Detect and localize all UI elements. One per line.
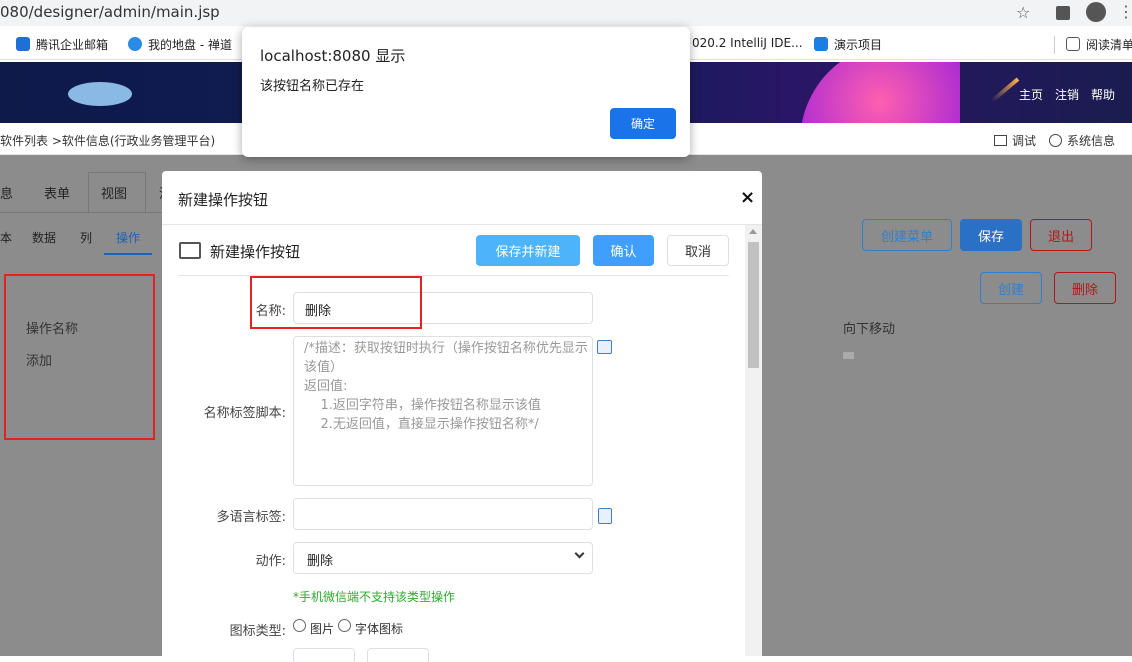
create-menu-button[interactable]: 创建菜单 [862, 219, 952, 251]
subtab-basic[interactable]: 本 [0, 229, 12, 246]
highlight-box [4, 274, 155, 440]
folder-icon [179, 242, 201, 259]
bookmark-icon [16, 37, 30, 51]
move-down-icon[interactable] [843, 352, 854, 359]
confirm-button[interactable]: 确认 [593, 235, 654, 266]
cancel-button[interactable]: 取消 [667, 235, 729, 266]
subtab-active-underline [104, 253, 152, 255]
icon-type-radio-image[interactable] [293, 619, 306, 632]
save-button[interactable]: 保存 [960, 219, 1022, 251]
name-highlight-box [250, 276, 422, 329]
bookmark-star-icon[interactable]: ☆ [1016, 3, 1030, 22]
airship-logo-icon [68, 82, 132, 106]
debug-button[interactable]: 调试 [994, 132, 1036, 149]
alert-ok-button[interactable]: 确定 [610, 108, 676, 139]
bookmark-icon [814, 37, 828, 51]
nav-home[interactable]: 主页 [1019, 86, 1043, 103]
section-title: 新建操作按钮 [210, 243, 301, 261]
code-icon [994, 135, 1007, 146]
i18n-field[interactable] [293, 498, 593, 530]
delete-button[interactable]: 删除 [1054, 272, 1116, 304]
info-icon [1049, 134, 1062, 147]
subtab-data[interactable]: 数据 [32, 229, 56, 246]
icon-type-image-label: 图片 [310, 622, 335, 636]
i18n-edit-icon[interactable] [598, 508, 612, 524]
scrollbar-thumb[interactable] [748, 242, 759, 368]
icon-type-font-label: 字体图标 [355, 622, 404, 636]
action-select-value: 删除 [307, 554, 334, 569]
script-placeholder: /*描述：获取按钮时执行（操作按钮名称优先显示该值） 返回值: 1.返回字符串，… [304, 341, 588, 432]
create-button[interactable]: 创建 [980, 272, 1042, 304]
action-hint: *手机微信端不支持该类型操作 [293, 590, 456, 604]
profile-icon[interactable] [1086, 2, 1106, 22]
scroll-up-icon[interactable] [749, 229, 757, 234]
nav-logout[interactable]: 注销 [1055, 86, 1079, 103]
modal-title: 新建操作按钮 [178, 191, 269, 209]
tab-info[interactable]: 息 [0, 183, 13, 202]
tabs-divider [0, 212, 162, 213]
icon-preview-box[interactable] [293, 648, 355, 662]
action-label: 动作: [255, 554, 286, 569]
column-header-move-down: 向下移动 [843, 322, 896, 337]
reading-list-icon [1066, 37, 1080, 51]
bookmark-icon [128, 37, 142, 51]
icon-type-label: 图标类型: [229, 624, 286, 639]
script-label: 名称标签脚本: [203, 406, 286, 421]
tab-form[interactable]: 表单 [44, 183, 70, 202]
subtab-action[interactable]: 操作 [116, 229, 140, 246]
reading-list[interactable]: 阅读清单 [1066, 36, 1132, 53]
nav-help[interactable]: 帮助 [1091, 86, 1115, 103]
tab-view[interactable]: 视图 [101, 183, 127, 202]
save-and-new-button[interactable]: 保存并新建 [476, 235, 580, 266]
icon-type-radio-font[interactable] [338, 619, 351, 632]
action-select[interactable] [293, 542, 593, 574]
script-editor-icon[interactable] [597, 340, 612, 354]
bookmark-item[interactable]: 020.2 IntelliJ IDE... [692, 36, 803, 50]
bookmark-item[interactable]: 我的地盘 - 禅道 [128, 36, 232, 53]
bookmark-item[interactable]: 演示项目 [814, 36, 882, 53]
close-icon[interactable]: × [740, 187, 755, 208]
breadcrumb[interactable]: 软件列表 >软件信息(行政业务管理平台) [0, 132, 215, 149]
bookmark-item[interactable]: 腾讯企业邮箱 [16, 36, 108, 53]
extensions-icon[interactable] [1056, 6, 1070, 20]
divider [1054, 36, 1055, 54]
sysinfo-button[interactable]: 系统信息 [1049, 132, 1115, 149]
exit-button[interactable]: 退出 [1030, 219, 1092, 251]
menu-icon[interactable]: ⋮ [1118, 2, 1132, 22]
planet-decoration [790, 62, 960, 123]
subtab-column[interactable]: 列 [80, 229, 92, 246]
alert-message: 该按钮名称已存在 [260, 79, 365, 94]
i18n-label: 多语言标签: [216, 510, 286, 525]
url-text[interactable]: 080/designer/admin/main.jsp [0, 3, 220, 21]
alert-origin: localhost:8080 显示 [260, 47, 406, 65]
icon-preview-box[interactable] [367, 648, 429, 662]
